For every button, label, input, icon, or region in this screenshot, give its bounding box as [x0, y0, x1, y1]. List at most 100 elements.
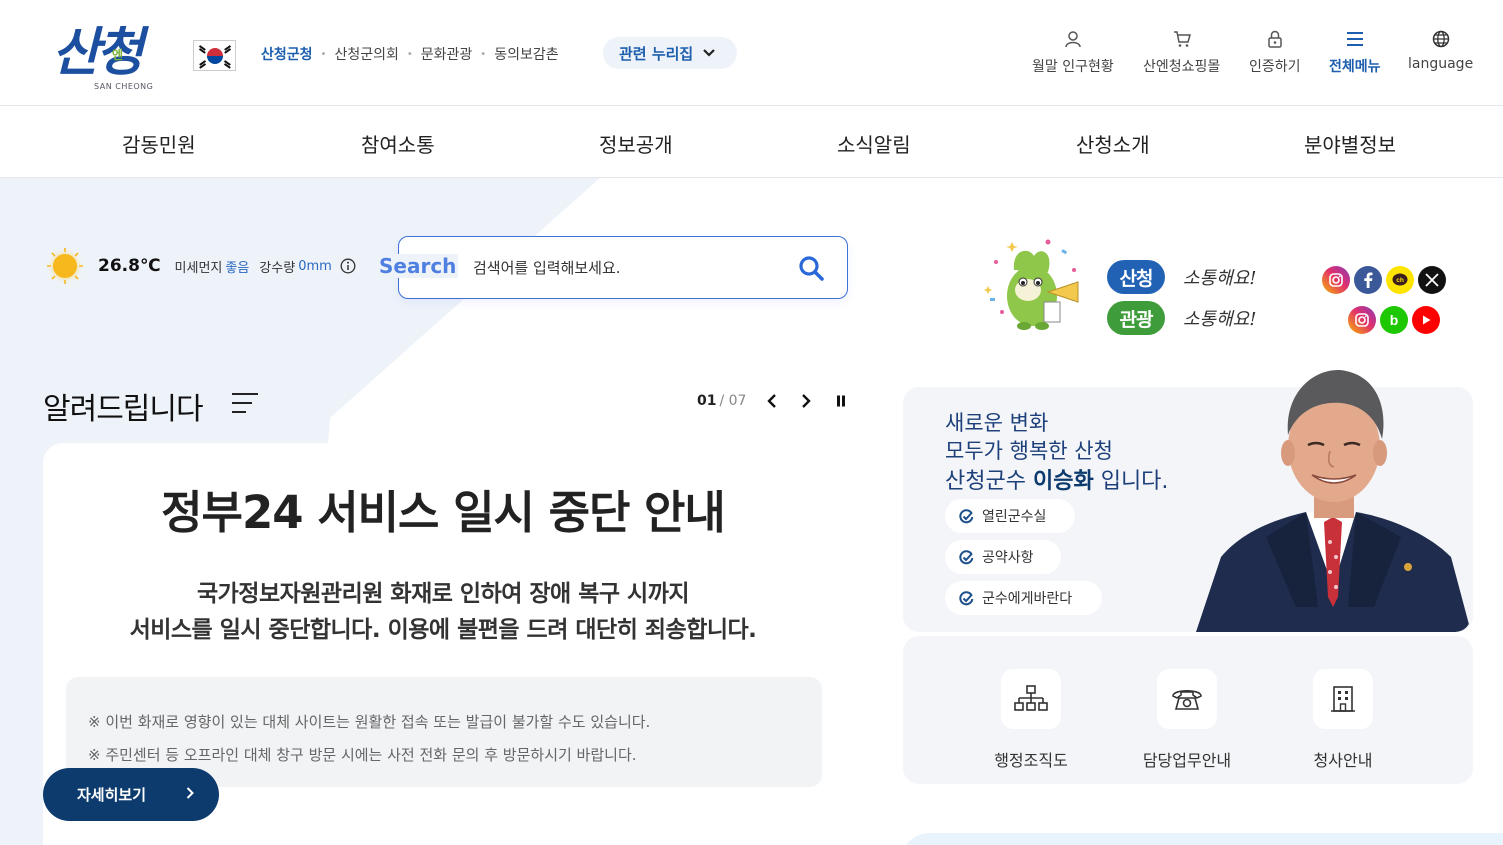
- prev-slide-button[interactable]: [763, 391, 781, 411]
- util-full-menu-label: 전체메뉴: [1329, 59, 1381, 75]
- logo-middle-text: 엔: [112, 48, 124, 62]
- chevron-right-icon: [186, 786, 194, 803]
- sancheong-sns-badge[interactable]: 산청: [1107, 260, 1165, 294]
- mayor-title: 산청군수: [945, 469, 1026, 494]
- main-navigation: 감동민원 참여소통 정보공개 소식알림 산청소개 분야별정보: [0, 107, 1503, 178]
- check-circle-icon: [959, 549, 974, 565]
- notice-section-title: 알려드립니다: [43, 392, 204, 427]
- weather-widget: 26.8℃ 미세먼지 좋음 강수량 0mm: [46, 247, 356, 285]
- sancheong-logo[interactable]: 산청 엔 SAN CHEONG: [52, 10, 184, 92]
- lock-icon: [1267, 28, 1283, 50]
- gnb-item-news[interactable]: 소식알림: [837, 129, 911, 158]
- sns-slogan-1: 소통해요!: [1183, 268, 1257, 289]
- chevron-down-icon: [703, 47, 716, 60]
- sns-slogan-2: 소통해요!: [1183, 309, 1257, 330]
- related-sites-label: 관련 누리집: [619, 44, 694, 63]
- util-population[interactable]: 월말 인구현황: [1032, 28, 1114, 76]
- notice-note-1: ※ 이번 화재로 영향이 있는 대체 사이트는 원활한 접속 또는 발급이 불가…: [88, 713, 651, 731]
- dust-label: 미세먼지: [174, 260, 223, 276]
- quick-link-duties[interactable]: 담당업무안내: [1122, 747, 1252, 771]
- notice-body-line-1: 국가정보자원관리원 화재로 인하여 장애 복구 시까지: [196, 581, 690, 607]
- cart-icon: [1173, 28, 1191, 50]
- link-culture-tourism[interactable]: 문화관광: [421, 44, 473, 64]
- view-details-button[interactable]: 자세히보기: [43, 768, 219, 821]
- util-certification[interactable]: 인증하기: [1249, 28, 1301, 76]
- gnb-item-information[interactable]: 정보공개: [599, 129, 673, 158]
- pager-total: / 07: [719, 393, 747, 409]
- check-circle-icon: [959, 508, 974, 524]
- mayor-link-label: 공약사항: [982, 550, 1034, 566]
- rain-label: 강수량: [259, 260, 296, 276]
- mayor-link-pledges[interactable]: 공약사항: [945, 540, 1061, 574]
- logo-sub-text: SAN CHEONG: [94, 82, 154, 91]
- mayor-link-open-office[interactable]: 열린군수실: [945, 499, 1075, 533]
- org-chart-icon[interactable]: [1001, 669, 1061, 729]
- mayor-slogan-1: 새로운 변화: [945, 411, 1049, 435]
- person-icon: [1064, 28, 1082, 50]
- util-shopping-label: 산엔청쇼핑몰: [1143, 59, 1221, 75]
- mascot-character-image: [982, 236, 1086, 332]
- notice-body-line-2: 서비스를 일시 중단합니다. 이용에 불편을 드려 대단히 죄송합니다.: [129, 617, 757, 643]
- info-icon[interactable]: [340, 258, 356, 274]
- notice-headline: 정부24 서비스 일시 중단 안내: [161, 486, 726, 539]
- mayor-intro-suffix: 입니다.: [1100, 469, 1169, 494]
- instagram-tourism-icon[interactable]: [1348, 306, 1376, 334]
- link-county-council[interactable]: 산청군의회: [334, 44, 398, 64]
- facebook-icon[interactable]: [1354, 266, 1382, 294]
- instagram-icon[interactable]: [1322, 266, 1350, 294]
- util-full-menu[interactable]: 전체메뉴: [1329, 28, 1381, 76]
- rain-value: 0mm: [298, 258, 332, 274]
- search-button[interactable]: [797, 254, 827, 284]
- view-details-label: 자세히보기: [77, 786, 147, 804]
- quick-link-building-guide[interactable]: 청사안내: [1278, 747, 1408, 771]
- gnb-item-civil-affairs[interactable]: 감동민원: [122, 129, 196, 158]
- menu-icon: [1346, 28, 1364, 50]
- sun-icon: [46, 247, 84, 285]
- globe-icon: [1432, 28, 1450, 50]
- pager-current: 01: [697, 393, 717, 409]
- building-icon[interactable]: [1313, 669, 1373, 729]
- search-input[interactable]: [473, 254, 773, 282]
- util-shopping-mall[interactable]: 산엔청쇼핑몰: [1143, 28, 1220, 76]
- kakao-channel-icon[interactable]: ch: [1386, 266, 1414, 294]
- dust-value: 좋음: [225, 260, 250, 276]
- quick-link-org-chart[interactable]: 행정조직도: [966, 747, 1096, 771]
- check-circle-icon: [959, 590, 974, 606]
- util-certification-label: 인증하기: [1249, 59, 1301, 75]
- blog-icon[interactable]: b: [1380, 306, 1408, 334]
- gnb-item-about[interactable]: 산청소개: [1076, 129, 1150, 158]
- telephone-icon[interactable]: [1157, 669, 1217, 729]
- util-language[interactable]: language: [1408, 28, 1473, 72]
- mayor-intro: 산청군수 이승화 입니다.: [945, 463, 1168, 495]
- search-box: [398, 236, 848, 299]
- x-twitter-icon[interactable]: [1418, 266, 1446, 294]
- chevron-right-icon: [802, 394, 811, 408]
- logo-main-text: 산청: [52, 22, 144, 83]
- mayor-link-suggestions[interactable]: 군수에게바란다: [945, 581, 1102, 615]
- pause-icon: [837, 395, 845, 407]
- gnb-item-fields[interactable]: 분야별정보: [1304, 129, 1396, 158]
- mayor-portrait-image: [1196, 357, 1471, 632]
- temperature: 26.8℃: [98, 256, 161, 276]
- svg-text:b: b: [1390, 312, 1399, 328]
- gnb-item-participation[interactable]: 참여소통: [361, 129, 435, 158]
- notice-note-2: ※ 주민센터 등 오프라인 대체 창구 방문 시에는 사전 전화 문의 후 방문…: [88, 746, 637, 764]
- mayor-name: 이승화: [1032, 469, 1094, 494]
- next-slide-button[interactable]: [797, 391, 815, 411]
- pause-slide-button[interactable]: [832, 391, 850, 411]
- youtube-icon[interactable]: [1412, 306, 1440, 334]
- search-label: Search: [377, 254, 459, 278]
- link-donguibogam-village[interactable]: 동의보감촌: [494, 44, 558, 64]
- mayor-link-label: 열린군수실: [982, 509, 1047, 525]
- notice-list-icon[interactable]: [231, 392, 259, 414]
- top-header: 산청 엔 SAN CHEONG 산청군청 • 산청군의회 • 문화관광 • 동의…: [0, 0, 1503, 106]
- related-sites-dropdown[interactable]: 관련 누리집: [603, 37, 737, 69]
- link-sancheong-county[interactable]: 산청군청: [261, 44, 313, 64]
- family-site-links: 산청군청 • 산청군의회 • 문화관광 • 동의보감촌: [261, 44, 559, 64]
- chevron-left-icon: [767, 394, 776, 408]
- mayor-link-label: 군수에게바란다: [982, 591, 1073, 607]
- korean-flag-icon: [193, 40, 236, 71]
- notice-pager: 01 / 07: [697, 393, 746, 409]
- tourism-sns-badge[interactable]: 관광: [1107, 301, 1165, 335]
- util-population-label: 월말 인구현황: [1032, 59, 1114, 75]
